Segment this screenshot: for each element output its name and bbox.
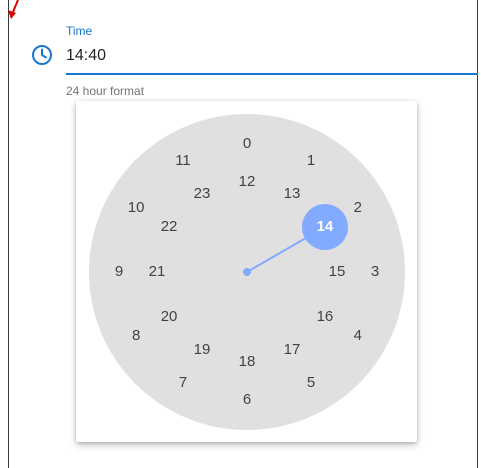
clock-hour-outer-11[interactable]: 11 [169, 151, 197, 171]
clock-hour-outer-3[interactable]: 3 [361, 262, 389, 282]
clock-hour-inner-19[interactable]: 19 [188, 340, 216, 360]
time-field-label: Time [66, 24, 93, 38]
clock-hour-outer-8[interactable]: 8 [122, 326, 150, 346]
clock-hour-outer-0[interactable]: 0 [233, 134, 261, 154]
clock-hour-inner-20[interactable]: 20 [155, 307, 183, 327]
time-input-underline [66, 73, 478, 75]
frame-left-border [8, 0, 9, 468]
frame-right-border [477, 0, 478, 468]
clock-hour-outer-9[interactable]: 9 [105, 262, 133, 282]
clock-hour-outer-5[interactable]: 5 [297, 373, 325, 393]
clock-hour-inner-16[interactable]: 16 [311, 307, 339, 327]
page: Time 24 hour format 01234567891011121314… [0, 0, 481, 468]
clock-hour-outer-7[interactable]: 7 [169, 373, 197, 393]
clock-hour-outer-2[interactable]: 2 [344, 198, 372, 218]
clock-hour-inner-21[interactable]: 21 [143, 262, 171, 282]
clock-hour-inner-22[interactable]: 22 [155, 217, 183, 237]
clock-icon[interactable] [31, 44, 53, 66]
clock-hour-inner-17[interactable]: 17 [278, 340, 306, 360]
clock-hour-outer-1[interactable]: 1 [297, 151, 325, 171]
clock-hour-outer-4[interactable]: 4 [344, 326, 372, 346]
clock-hour-inner-14[interactable]: 14 [311, 217, 339, 237]
clock-hour-inner-12[interactable]: 12 [233, 172, 261, 192]
clock-center-dot [243, 268, 251, 276]
clock-hour-outer-10[interactable]: 10 [122, 198, 150, 218]
time-helper-text: 24 hour format [66, 84, 145, 98]
clock-dial[interactable]: 0 1 2 3 4 5 6 7 8 9 10 11 12 13 14 15 16 17 18 19 20 21 22 23 [89, 114, 405, 430]
clock-hour-outer-6[interactable]: 6 [233, 390, 261, 410]
red-arrow-icon [8, 0, 19, 19]
clock-hour-inner-23[interactable]: 23 [188, 184, 216, 204]
time-picker-popup: 0 1 2 3 4 5 6 7 8 9 10 11 12 13 14 15 16 17 18 19 20 21 22 23 [76, 101, 417, 442]
clock-hour-inner-18[interactable]: 18 [233, 352, 261, 372]
clock-hour-inner-13[interactable]: 13 [278, 184, 306, 204]
clock-hand-layer [243, 226, 326, 276]
clock-hour-inner-15[interactable]: 15 [323, 262, 351, 282]
time-input[interactable] [66, 42, 478, 70]
